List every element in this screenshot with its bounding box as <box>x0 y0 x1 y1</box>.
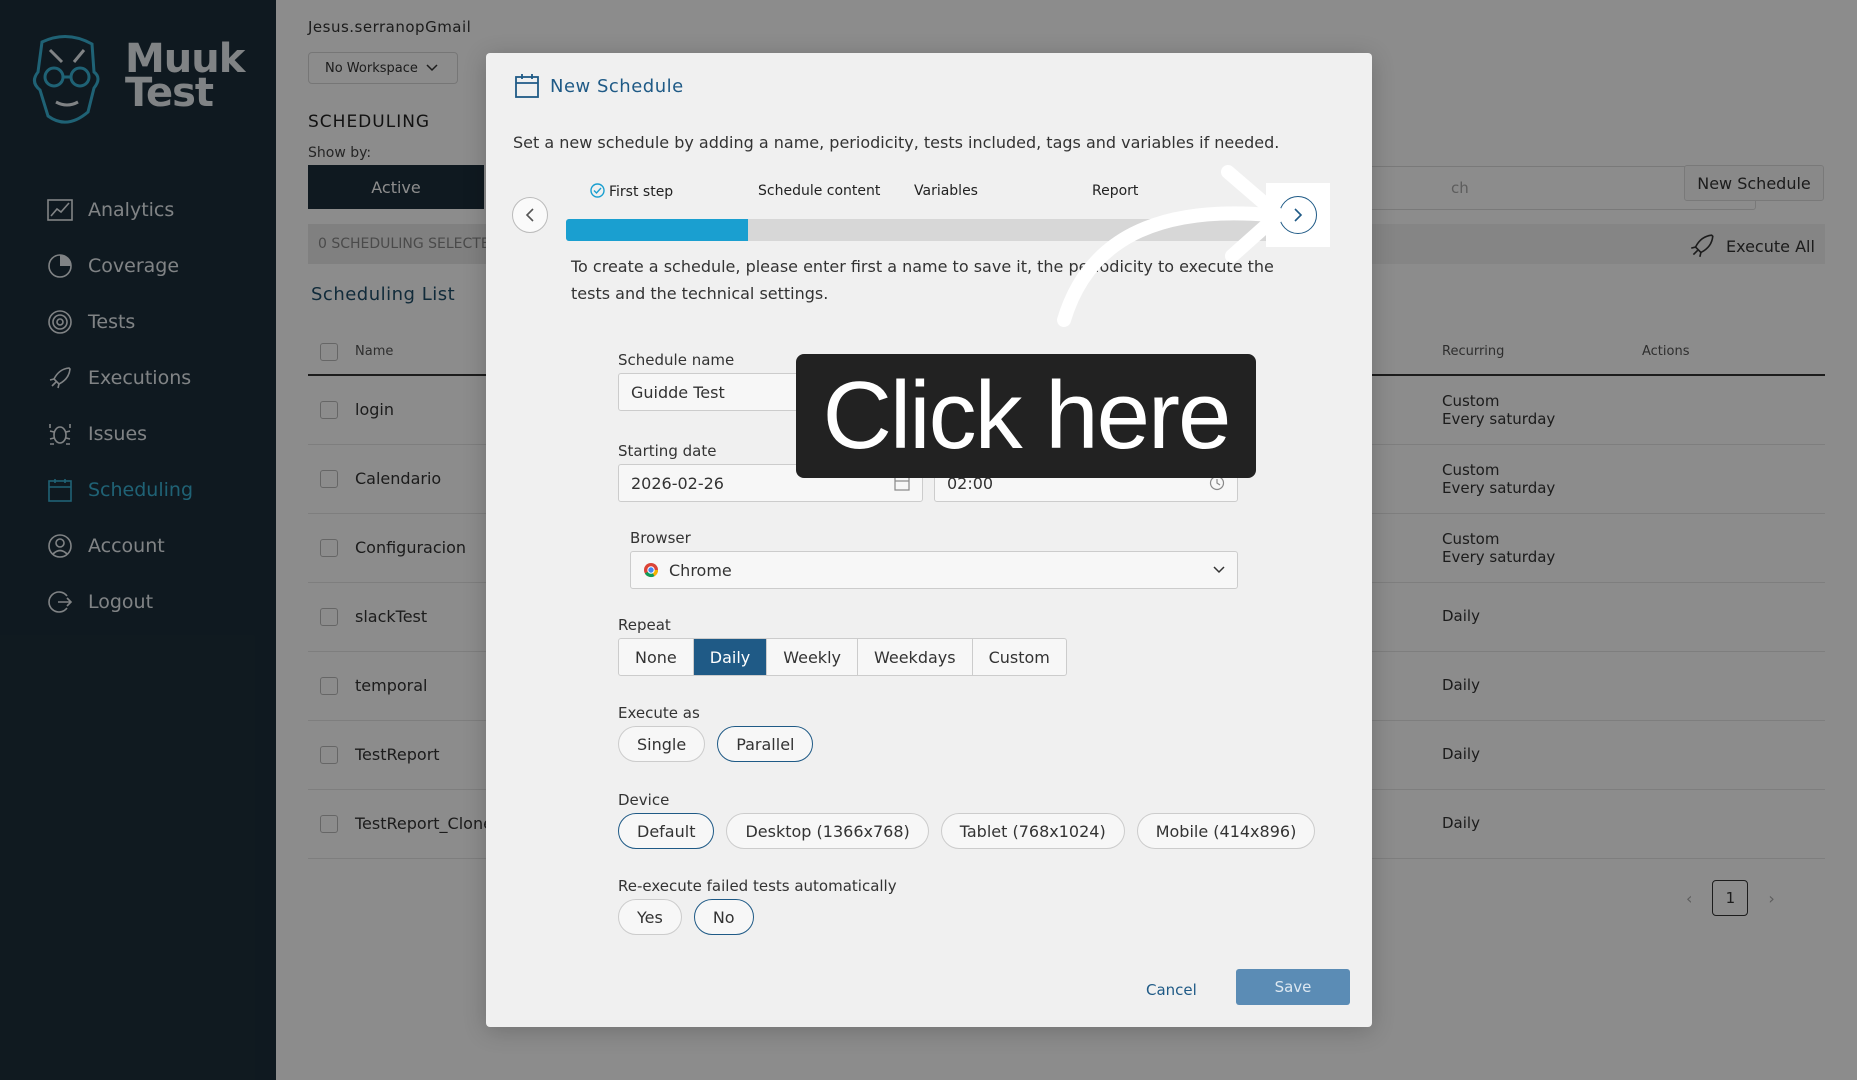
step-schedule-content: Schedule content <box>758 183 881 199</box>
repeat-option-weekly[interactable]: Weekly <box>767 639 858 675</box>
browser-value: Chrome <box>669 560 732 580</box>
repeat-selector: None Daily Weekly Weekdays Custom <box>618 638 1067 676</box>
reexecute-label: Re-execute failed tests automatically <box>618 877 897 895</box>
execute-as-single[interactable]: Single <box>618 726 706 762</box>
device-selector: Default Desktop (1366x768) Tablet (768x1… <box>618 813 1316 849</box>
previous-step-button[interactable] <box>512 197 548 233</box>
repeat-label: Repeat <box>618 616 671 634</box>
device-tablet[interactable]: Tablet (768x1024) <box>940 813 1125 849</box>
device-default[interactable]: Default <box>618 813 715 849</box>
starting-date-label: Starting date <box>618 442 717 460</box>
device-label: Device <box>618 791 670 809</box>
progress-fill <box>566 219 748 241</box>
step-label: First step <box>609 184 674 200</box>
step-variables: Variables <box>914 183 978 199</box>
repeat-option-custom[interactable]: Custom <box>973 639 1066 675</box>
execute-as-parallel[interactable]: Parallel <box>717 726 814 762</box>
modal-header: New Schedule <box>514 73 684 99</box>
device-desktop[interactable]: Desktop (1366x768) <box>726 813 929 849</box>
repeat-option-weekdays[interactable]: Weekdays <box>858 639 973 675</box>
reexecute-selector: Yes No <box>618 899 754 935</box>
repeat-option-none[interactable]: None <box>619 639 694 675</box>
schedule-name-label: Schedule name <box>618 351 735 369</box>
calendar-icon <box>515 74 539 98</box>
callout-text: Click here <box>822 362 1232 469</box>
modal-description: Set a new schedule by adding a name, per… <box>513 133 1280 152</box>
chrome-icon <box>644 563 659 578</box>
execute-as-selector: Single Parallel <box>618 726 814 762</box>
click-here-callout: Click here <box>796 354 1256 478</box>
chevron-left-icon <box>525 208 534 222</box>
device-mobile[interactable]: Mobile (414x896) <box>1136 813 1316 849</box>
execute-as-label: Execute as <box>618 704 700 722</box>
repeat-option-daily[interactable]: Daily <box>693 639 768 675</box>
browser-select[interactable]: Chrome <box>630 551 1238 589</box>
browser-label: Browser <box>630 529 691 547</box>
starting-date-value: 2026-02-26 <box>631 473 724 493</box>
reexecute-no[interactable]: No <box>693 899 754 935</box>
save-button[interactable]: Save <box>1236 969 1350 1005</box>
pointer-arrow-icon <box>1057 165 1285 327</box>
modal-title: New Schedule <box>550 75 684 97</box>
reexecute-yes[interactable]: Yes <box>618 899 682 935</box>
chevron-down-icon <box>1213 566 1225 574</box>
check-circle-icon <box>590 183 605 198</box>
cancel-button[interactable]: Cancel <box>1146 981 1197 999</box>
chevron-right-icon <box>1294 208 1303 222</box>
step-first: First step <box>590 183 673 200</box>
